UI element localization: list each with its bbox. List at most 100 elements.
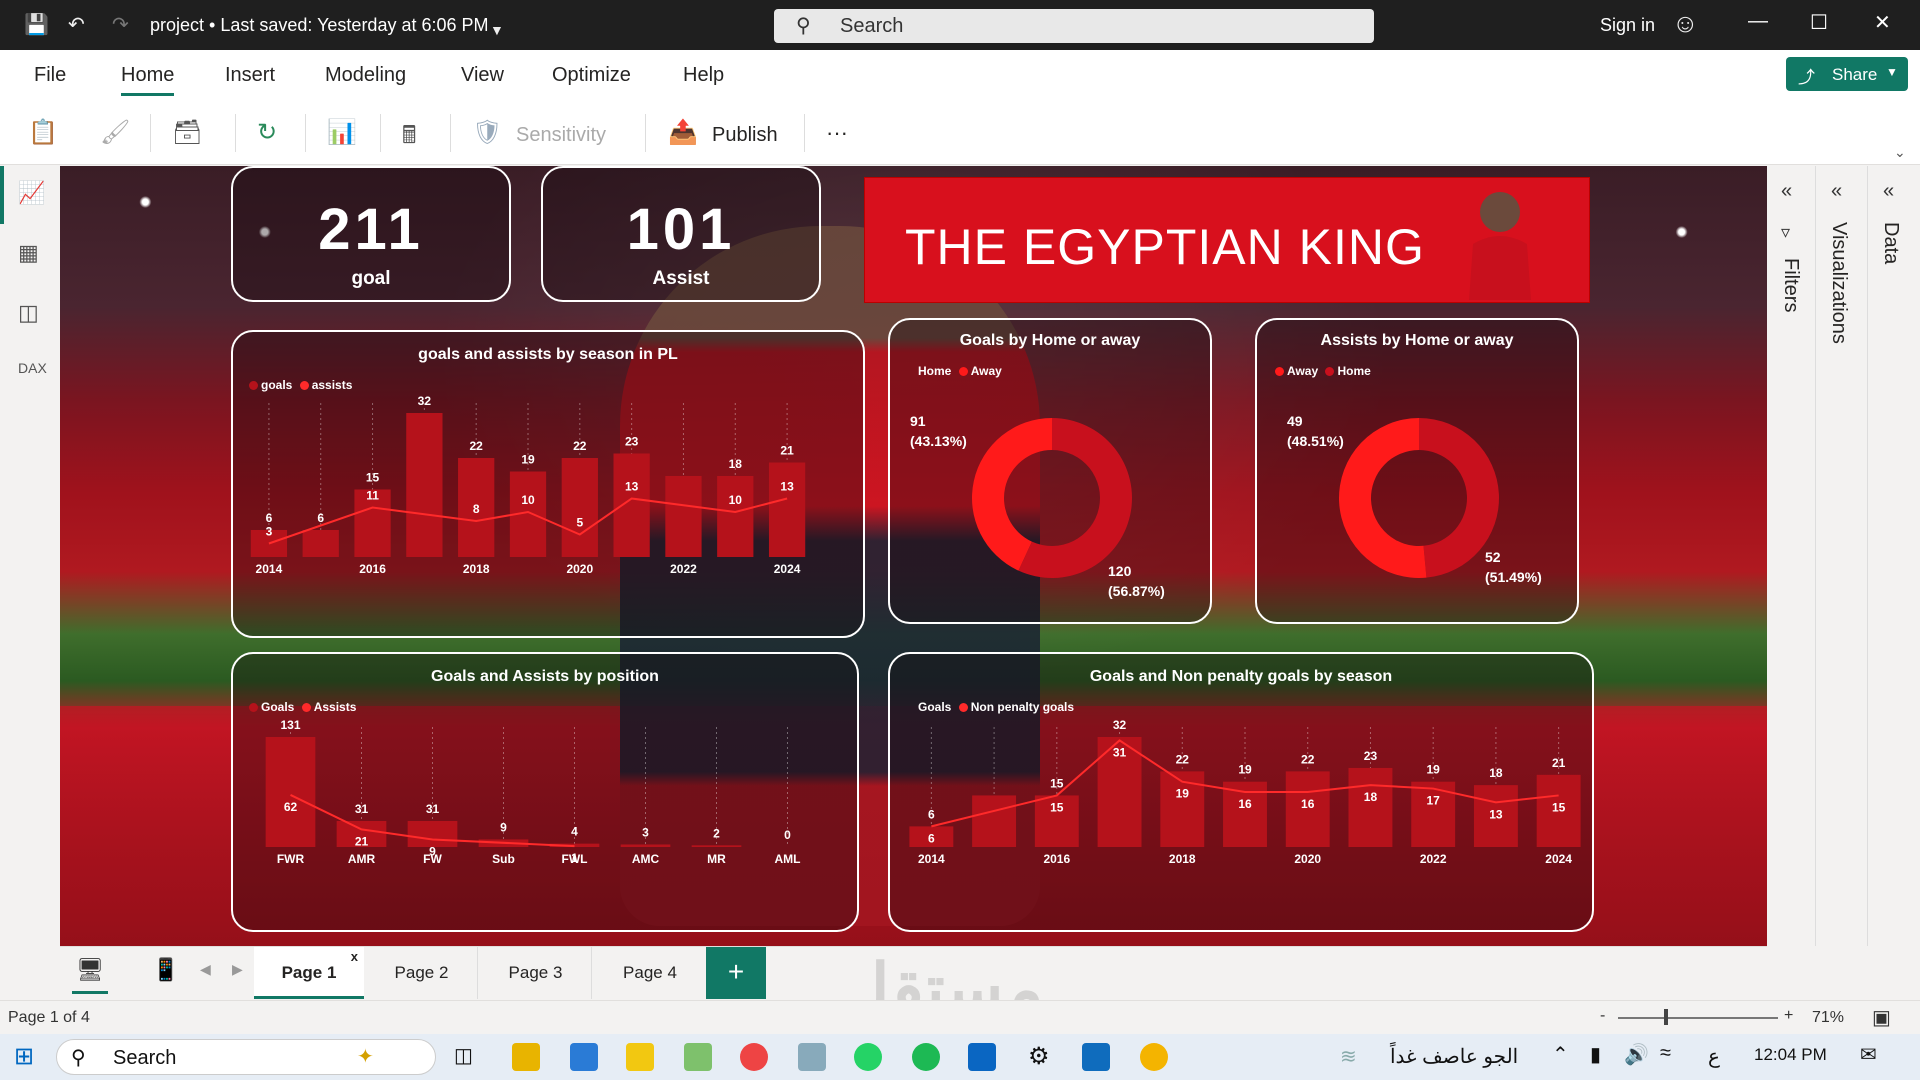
fit-to-page-icon[interactable]: ▣ (1872, 1005, 1891, 1030)
x-tick-label: 2016 (359, 562, 386, 576)
bar-value-label: 31 (426, 802, 440, 816)
expand-visualizations-icon[interactable]: « (1831, 180, 1842, 203)
search-box[interactable]: ⚲ Search (774, 9, 1374, 43)
menu-insert[interactable]: Insert (225, 64, 275, 87)
filters-pane-label[interactable]: Filters (1779, 258, 1802, 312)
home-assists-donut[interactable]: 49 (48.51%) 52 (51.49%) (1257, 320, 1581, 626)
format-painter-icon[interactable]: 🖌 (100, 118, 130, 147)
zoom-out-icon[interactable]: - (1600, 1007, 1605, 1025)
expand-filters-icon[interactable]: « (1781, 180, 1792, 203)
divider (380, 114, 381, 152)
weather-text[interactable]: الجو عاصف غداً (1390, 1044, 1518, 1069)
season-chart-card[interactable]: goals and assists by season in PL goals … (231, 330, 865, 638)
zoom-slider[interactable] (1618, 1017, 1778, 1019)
bar (717, 476, 754, 557)
sensitivity-label[interactable]: Sensitivity (516, 124, 606, 147)
spotify-icon[interactable] (912, 1043, 940, 1071)
tab-page-4[interactable]: Page 4 (594, 947, 706, 999)
maximize-icon[interactable]: ☐ (1810, 10, 1828, 35)
position-chart-card[interactable]: Goals and Assists by position Goals Assi… (231, 652, 859, 932)
view-switcher: 📈 ▦ ◫ DAX (0, 166, 60, 946)
windows-start-icon[interactable]: ⊞ (14, 1042, 34, 1071)
tab-page-1[interactable]: Page 1 x (254, 947, 364, 999)
outlook-icon[interactable] (1082, 1043, 1110, 1071)
volume-icon[interactable]: 🔊 (1624, 1042, 1649, 1067)
chrome-icon[interactable] (740, 1043, 768, 1071)
sensitivity-icon[interactable]: 🛡 (472, 118, 502, 147)
data-pane-label[interactable]: Data (1879, 222, 1902, 264)
kpi-card-goals[interactable]: 211 goal (231, 166, 511, 302)
new-visual-icon[interactable]: 📊 (327, 118, 357, 147)
menu-optimize[interactable]: Optimize (552, 64, 631, 87)
refresh-icon[interactable]: ↻ (257, 118, 277, 147)
chevron-up-icon[interactable]: ⌃ (1552, 1042, 1569, 1067)
undo-icon[interactable]: ↶ (68, 13, 85, 37)
zoom-slider-thumb[interactable] (1664, 1009, 1668, 1025)
home-goals-donut[interactable]: 120 (56.87%) 91 (43.13%) (890, 320, 1214, 626)
title-banner[interactable]: THE EGYPTIAN KING (864, 177, 1590, 303)
task-view-icon[interactable]: ◫ (454, 1043, 473, 1068)
next-page-icon[interactable]: ▶ (232, 961, 243, 978)
get-data-icon[interactable]: 🗃 (172, 118, 202, 147)
close-tab-icon[interactable]: x (351, 931, 358, 983)
visualizations-pane-label[interactable]: Visualizations (1827, 222, 1850, 344)
menu-file[interactable]: File (34, 64, 66, 87)
account-icon[interactable]: ☺ (1672, 10, 1699, 36)
paste-icon[interactable]: 📋 (28, 118, 58, 147)
powerbi-icon[interactable] (626, 1043, 654, 1071)
sign-in-link[interactable]: Sign in (1600, 15, 1655, 36)
tab-page-3[interactable]: Page 3 (480, 947, 592, 999)
tab-page-2[interactable]: Page 2 (366, 947, 478, 999)
minimize-icon[interactable]: — (1748, 10, 1768, 33)
close-icon[interactable]: ✕ (1874, 10, 1891, 35)
zoom-in-icon[interactable]: + (1784, 1007, 1793, 1025)
bar-value-label: 6 (928, 807, 935, 821)
app-icon[interactable] (798, 1043, 826, 1071)
vscode-icon[interactable] (570, 1043, 598, 1071)
kpi-card-assists[interactable]: 101 Assist (541, 166, 821, 302)
penalty-chart-card[interactable]: Goals and Non penalty goals by season Go… (888, 652, 1594, 932)
season-chart[interactable]: 63615113222819102252313181021132014 2016 2… (233, 332, 867, 640)
table-view-icon[interactable]: ▦ (18, 240, 39, 266)
redo-icon[interactable]: ↷ (112, 13, 129, 37)
model-view-icon[interactable]: ◫ (18, 300, 39, 326)
prev-page-icon[interactable]: ◀ (200, 961, 211, 978)
x-tick-label: 2022 (1420, 852, 1447, 866)
home-assists-card[interactable]: Assists by Home or away Away Home 49 (48.… (1255, 318, 1579, 624)
publish-button[interactable]: Publish (712, 124, 778, 147)
dax-query-icon[interactable]: DAX (18, 360, 47, 376)
menu-modeling[interactable]: Modeling (325, 64, 406, 87)
document-title: project • Last saved: Yesterday at 6:06 … (150, 15, 489, 35)
bar (620, 844, 671, 847)
report-view-icon[interactable]: 📈 (18, 180, 45, 206)
home-goals-card[interactable]: Goals by Home or away Home Away 120 (56.8… (888, 318, 1212, 624)
app-icon[interactable] (684, 1043, 712, 1071)
whatsapp-icon[interactable] (854, 1043, 882, 1071)
linkedin-icon[interactable] (968, 1043, 996, 1071)
calculator-icon[interactable]: 🖩 (402, 118, 416, 159)
menu-help[interactable]: Help (683, 64, 724, 87)
file-explorer-icon[interactable] (512, 1043, 540, 1071)
share-button[interactable]: ⤴ Share ▼ (1786, 57, 1908, 91)
input-language[interactable]: ع (1708, 1044, 1720, 1069)
app-icon[interactable] (1140, 1043, 1168, 1071)
notification-icon[interactable]: ✉ (1860, 1042, 1877, 1067)
chevron-down-icon[interactable]: ▼ (490, 18, 504, 42)
clock[interactable]: 12:04 PM (1754, 1045, 1827, 1065)
desktop-layout-icon[interactable]: 🖥 (76, 957, 104, 983)
publish-icon[interactable]: 📤 (668, 118, 698, 147)
position-chart[interactable]: 13162 31213199 413 2 0FWR AMR FW Sub FWL AMC MR AML (233, 654, 861, 934)
collapse-ribbon-icon[interactable]: ⌄ (1894, 144, 1906, 161)
wifi-icon[interactable]: ≈ (1660, 1042, 1671, 1065)
more-options-icon[interactable]: ··· (826, 120, 848, 146)
save-icon[interactable]: 💾 (24, 13, 49, 37)
taskbar-search[interactable]: ⚲ Search ✦ (56, 1039, 436, 1075)
mobile-layout-icon[interactable]: 📱 (152, 957, 179, 983)
menu-home[interactable]: Home (121, 64, 175, 96)
expand-data-icon[interactable]: « (1883, 180, 1894, 203)
add-page-button[interactable]: + (706, 947, 766, 999)
battery-icon[interactable]: ▮ (1590, 1042, 1601, 1067)
settings-icon[interactable]: ⚙ (1028, 1042, 1050, 1071)
penalty-chart[interactable]: 6 6 15 15 32 31 22 19 19 16 22 16 23 18 19 17 18 13 21 15 20… (890, 654, 1596, 934)
menu-view[interactable]: View (461, 64, 504, 87)
